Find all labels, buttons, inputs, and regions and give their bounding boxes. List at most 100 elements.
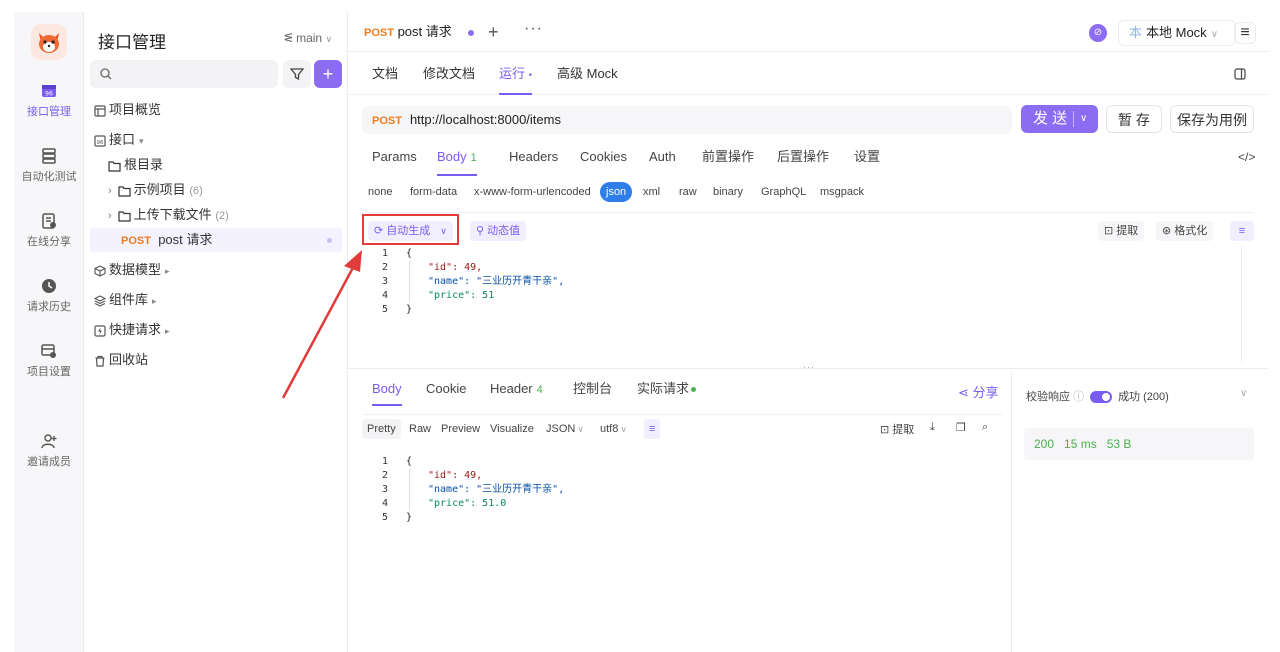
main-menu-button[interactable]: ≡ xyxy=(1234,22,1256,44)
tree-item-components[interactable]: 组件库 ▸ xyxy=(94,288,358,312)
share-button[interactable]: ⋖ 分享 xyxy=(958,382,999,401)
layout-icon xyxy=(94,104,106,117)
tab-advanced-mock[interactable]: 高级 Mock xyxy=(557,53,618,95)
body-type-urlencoded[interactable]: x-www-form-urlencoded xyxy=(474,182,591,202)
copy-button[interactable]: ❐ xyxy=(956,421,966,434)
method-select[interactable]: POST xyxy=(372,115,402,127)
tab-console[interactable]: 控制台 xyxy=(573,378,612,406)
rail-item-history[interactable]: 请求历史 xyxy=(14,277,84,314)
send-button[interactable]: 发 送 ∨ xyxy=(1021,105,1098,133)
format-visualize[interactable]: Visualize xyxy=(485,419,539,439)
tree-item-sample-project[interactable]: › 示例项目 (6) xyxy=(108,178,372,202)
rail-item-api-management[interactable]: 96 接口管理 xyxy=(14,82,84,119)
tab-pre-processors[interactable]: 前置操作 xyxy=(702,144,754,176)
validation-toggle[interactable] xyxy=(1090,391,1113,404)
tab-auth[interactable]: Auth xyxy=(649,144,676,176)
body-type-binary[interactable]: binary xyxy=(713,182,743,202)
response-body-viewer[interactable]: 1 { 2 "id": 49, 3 "name": "三业历开青干亲", 4 "pric… xyxy=(362,455,992,525)
rail-item-automation[interactable]: 自动化测试 xyxy=(14,147,84,184)
format-preview[interactable]: Preview xyxy=(436,419,485,439)
body-type-xml[interactable]: xml xyxy=(643,182,660,202)
tab-actual-request[interactable]: 实际请求 xyxy=(637,378,697,406)
tab-params[interactable]: Params xyxy=(372,144,417,176)
panel-toggle-button[interactable] xyxy=(1234,68,1246,83)
tree-item-apis[interactable]: 96 接口 ▾ xyxy=(94,128,358,152)
format-raw[interactable]: Raw xyxy=(404,419,436,439)
drag-handle-icon[interactable]: ··· xyxy=(803,362,815,372)
tree-item-quick-requests[interactable]: 快捷请求 ▸ xyxy=(94,318,358,342)
code-line: { xyxy=(406,248,413,259)
tab-post-request[interactable]: POST post 请求 xyxy=(348,12,484,52)
fox-logo-icon xyxy=(39,33,59,53)
tab-docs[interactable]: 文档 xyxy=(372,53,398,95)
tree-item-upload-download[interactable]: › 上传下载文件 (2) xyxy=(108,203,372,227)
tab-response-cookie[interactable]: Cookie xyxy=(426,378,466,406)
body-type-msgpack[interactable]: msgpack xyxy=(820,182,864,202)
more-tabs-button[interactable]: ··· xyxy=(524,20,543,38)
env-manage-button[interactable]: ⊘ xyxy=(1089,24,1107,42)
rail-item-settings[interactable]: 项目设置 xyxy=(14,342,84,379)
dynamic-value-button[interactable]: ⚲ 动态值 xyxy=(470,221,527,241)
tab-response-header[interactable]: Header 4 xyxy=(490,378,543,406)
extract-button[interactable]: ⊡ 提取 xyxy=(1098,221,1145,241)
filter-button[interactable] xyxy=(283,60,311,88)
language-select[interactable]: JSON ∨ xyxy=(541,419,589,439)
environment-select[interactable]: 本本地 Mock ∨ xyxy=(1118,20,1236,46)
add-button[interactable]: + xyxy=(314,60,342,88)
tree-item-label: 接口 xyxy=(109,132,136,147)
url-input[interactable]: POST http://localhost:8000/items xyxy=(362,106,1012,134)
tab-headers[interactable]: Headers xyxy=(509,144,558,176)
line-number: 1 xyxy=(381,248,388,259)
tab-label: post 请求 xyxy=(397,24,452,39)
wrap-lines-button[interactable]: ≡ xyxy=(644,419,661,439)
save-as-case-button[interactable]: 保存为用例 xyxy=(1170,105,1254,133)
code-icon: </> xyxy=(1238,150,1256,164)
tree-item-post-request[interactable]: POST post 请求 xyxy=(90,228,342,252)
editor-scrollbar[interactable] xyxy=(1241,246,1253,362)
tree-item-data-models[interactable]: 数据模型 ▸ xyxy=(94,258,358,282)
code-snippet-button[interactable]: </> xyxy=(1238,150,1255,164)
tree-search-input[interactable] xyxy=(90,60,278,88)
sidebar-toggle-icon xyxy=(1234,68,1246,80)
method-badge: POST xyxy=(364,27,394,39)
rail-item-invite[interactable]: 邀请成员 xyxy=(14,432,84,469)
body-type-none[interactable]: none xyxy=(368,182,392,202)
body-type-form-data[interactable]: form-data xyxy=(410,182,457,202)
request-body-editor[interactable]: 1 { 2 "id": 49, 3 "name": "三业历开青干亲", 4 "pric… xyxy=(362,247,1240,317)
line-number: 1 xyxy=(381,456,388,467)
tab-cookies[interactable]: Cookies xyxy=(580,144,627,176)
tree-item-overview[interactable]: 项目概览 xyxy=(94,98,358,122)
option-label: x-www-form-urlencoded xyxy=(474,186,591,198)
body-type-json[interactable]: json xyxy=(600,182,633,202)
panel-title: 接口管理 xyxy=(98,33,166,52)
tab-settings[interactable]: 设置 xyxy=(854,144,880,176)
tab-post-processors[interactable]: 后置操作 xyxy=(777,144,829,176)
tab-edit-docs[interactable]: 修改文档 xyxy=(423,53,475,95)
download-button[interactable]: ⤓ xyxy=(930,421,935,434)
wrap-lines-button[interactable]: ≡ xyxy=(1230,221,1254,241)
api-tree-panel: 接口管理 ᓬ main ∨ + 项目概览 96 接口 ▾ 根目录 › 示例项目 (6)… xyxy=(84,12,348,652)
format-button[interactable]: ⊛ 格式化 xyxy=(1156,221,1214,241)
tab-body[interactable]: Body 1 xyxy=(437,144,477,176)
body-type-raw[interactable]: raw xyxy=(679,182,697,202)
branch-selector[interactable]: ᓬ main ∨ xyxy=(284,31,332,45)
app-logo[interactable] xyxy=(31,24,67,60)
new-tab-button[interactable]: + xyxy=(488,22,499,43)
tree-item-label: 示例项目 xyxy=(133,182,186,197)
charset-select[interactable]: utf8 ∨ xyxy=(595,419,632,439)
extract-button[interactable]: ⊡ 提取 xyxy=(880,421,914,437)
save-draft-button[interactable]: 暂 存 xyxy=(1106,105,1162,133)
body-type-graphql[interactable]: GraphQL xyxy=(761,182,806,202)
chevron-down-icon[interactable]: ∨ xyxy=(1240,388,1247,399)
search-button[interactable]: ⌕ xyxy=(982,421,988,434)
view-tabs: 文档 修改文档 运行 • 高级 Mock xyxy=(348,53,1268,95)
tab-run[interactable]: 运行 • xyxy=(499,53,533,95)
tab-response-body[interactable]: Body xyxy=(372,378,402,406)
rail-label: 项目设置 xyxy=(27,366,71,378)
rail-item-share[interactable]: 在线分享 xyxy=(14,212,84,249)
validation-result[interactable]: 成功 (200) xyxy=(1118,391,1169,403)
format-pretty[interactable]: Pretty xyxy=(362,419,401,439)
chevron-down-icon[interactable]: ∨ xyxy=(1080,105,1087,133)
tree-item-trash[interactable]: 回收站 xyxy=(94,348,358,372)
tree-item-root[interactable]: 根目录 xyxy=(108,153,372,177)
